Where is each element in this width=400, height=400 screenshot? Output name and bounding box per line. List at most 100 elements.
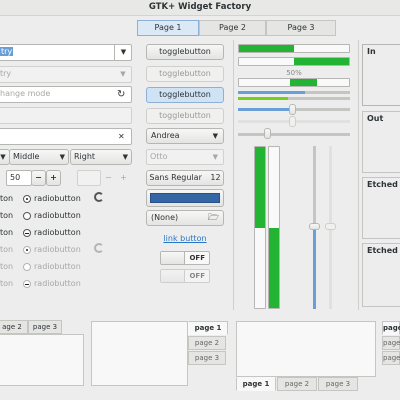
switch-label: OFF bbox=[189, 254, 205, 262]
scale-3-handle[interactable] bbox=[264, 128, 271, 139]
spin-plus-button[interactable]: + bbox=[46, 170, 61, 186]
entry-clearable[interactable] bbox=[0, 128, 132, 145]
nb4-tab-1[interactable]: page bbox=[382, 321, 400, 335]
progress-bar-2 bbox=[238, 57, 350, 66]
font-button[interactable]: Sans Regular 12 bbox=[146, 170, 224, 186]
switch-label: OFF bbox=[189, 272, 205, 280]
nb3-tab-2[interactable]: page 2 bbox=[277, 377, 317, 391]
progress-fill bbox=[255, 147, 265, 228]
radio-row-4: ton bbox=[0, 244, 13, 256]
level-fill bbox=[238, 97, 289, 100]
combo-andrea[interactable]: Andrea ▼ bbox=[146, 128, 224, 144]
combo-right[interactable]: Right ▼ bbox=[70, 149, 132, 165]
combo-middle[interactable]: Middle ▼ bbox=[9, 149, 69, 165]
radio-button-off-disabled: radiobutton bbox=[23, 261, 81, 273]
radio-button-on[interactable]: radiobutton bbox=[23, 193, 81, 205]
color-swatch bbox=[150, 193, 220, 203]
radio-button-mixed-disabled: radiobutton bbox=[23, 278, 81, 290]
toggle-button-1[interactable]: togglebutton bbox=[146, 44, 224, 60]
tab-page-3[interactable]: Page 3 bbox=[266, 20, 336, 36]
folder-icon: 🗁 bbox=[207, 213, 219, 223]
tab-label: page bbox=[383, 339, 400, 347]
spin-value[interactable]: 50 bbox=[6, 170, 32, 186]
nb2-tab-1[interactable]: page 1 bbox=[188, 321, 228, 335]
progress-fill bbox=[239, 45, 294, 52]
tab-label: page 3 bbox=[194, 354, 220, 362]
nb1-tab-3[interactable]: page 3 bbox=[28, 320, 62, 334]
tab-page-2[interactable]: Page 2 bbox=[199, 20, 266, 36]
nb2-tab-3[interactable]: page 3 bbox=[188, 351, 226, 365]
level-bar-2 bbox=[238, 97, 350, 100]
tab-page-1[interactable]: Page 1 bbox=[137, 20, 199, 36]
radio-label: ton bbox=[0, 211, 14, 220]
tab-label: Page 1 bbox=[154, 23, 182, 32]
radio-button-mixed[interactable]: radiobutton bbox=[23, 227, 81, 239]
chevron-down-icon[interactable]: ▼ bbox=[114, 44, 132, 61]
tab-label: page 3 bbox=[325, 380, 351, 388]
toggle-label: togglebutton bbox=[159, 69, 211, 78]
progress-fill bbox=[294, 58, 349, 65]
entry-text: try bbox=[0, 69, 12, 78]
nb3-tab-1[interactable]: page 1 bbox=[236, 377, 276, 391]
frame-label: In bbox=[367, 47, 376, 56]
chevron-down-icon: ▼ bbox=[212, 132, 218, 140]
file-chooser-button[interactable]: (None) 🗁 bbox=[146, 210, 224, 226]
combo-label: Middle bbox=[13, 152, 40, 161]
scale-1-handle[interactable] bbox=[289, 104, 296, 115]
toggle-button-2-disabled: togglebutton bbox=[146, 66, 224, 82]
vprogress-2 bbox=[268, 146, 280, 309]
scale-3[interactable] bbox=[238, 133, 350, 136]
nb4-tab-2[interactable]: page bbox=[382, 336, 400, 350]
radio-indicator bbox=[23, 280, 31, 288]
toggle-label: togglebutton bbox=[159, 111, 211, 120]
radio-row-6: ton bbox=[0, 278, 13, 290]
switch-knob bbox=[161, 252, 185, 264]
scale-fill bbox=[238, 108, 292, 111]
chevron-down-icon: ▼ bbox=[120, 70, 126, 78]
nb1-page bbox=[0, 334, 84, 386]
radio-label: radiobutton bbox=[34, 279, 81, 288]
font-name: Sans Regular bbox=[149, 173, 202, 182]
nb1-tab-2[interactable]: age 2 bbox=[0, 320, 28, 334]
radio-label: ton bbox=[0, 279, 14, 288]
vscale-1-handle[interactable] bbox=[309, 223, 320, 230]
chevron-down-icon: ▼ bbox=[122, 153, 128, 161]
switch-1[interactable]: OFF bbox=[160, 251, 210, 265]
toggle-label: togglebutton bbox=[159, 47, 211, 56]
refresh-icon[interactable]: ↻ bbox=[117, 86, 131, 103]
frame-etched-out: Etched o bbox=[362, 243, 400, 307]
radio-indicator bbox=[23, 229, 31, 237]
color-button[interactable] bbox=[146, 189, 224, 207]
link-label: link button bbox=[163, 234, 207, 243]
tab-label: page bbox=[383, 354, 400, 362]
spin-minus-button[interactable]: − bbox=[31, 170, 46, 186]
nb3-tab-3[interactable]: page 3 bbox=[318, 377, 358, 391]
link-button[interactable]: link button bbox=[146, 234, 224, 246]
radio-indicator bbox=[23, 212, 31, 220]
progress-fill bbox=[269, 227, 279, 308]
radio-indicator bbox=[23, 246, 31, 254]
radio-label: radiobutton bbox=[34, 194, 81, 203]
radio-button-on-disabled: radiobutton bbox=[23, 244, 81, 256]
nb4-tab-3[interactable]: page bbox=[382, 351, 400, 365]
entry-selected[interactable]: try bbox=[0, 44, 132, 61]
tab-label: page 3 bbox=[32, 323, 58, 331]
combo-label: Right bbox=[74, 152, 96, 161]
spin-minus-disabled: − bbox=[105, 173, 112, 182]
radio-button-off[interactable]: radiobutton bbox=[23, 210, 81, 222]
spinner-icon bbox=[94, 192, 104, 202]
nb2-page bbox=[91, 321, 188, 386]
radio-label: ton bbox=[0, 245, 14, 254]
radio-label: radiobutton bbox=[34, 228, 81, 237]
window: GTK+ Widget Factory Page 1 Page 2 Page 3… bbox=[0, 0, 400, 400]
frame-in: In bbox=[362, 44, 400, 106]
chevron-down-icon: ▼ bbox=[212, 153, 218, 161]
toggle-button-3-active[interactable]: togglebutton bbox=[146, 87, 224, 103]
clear-icon[interactable]: ✕ bbox=[118, 128, 130, 145]
radio-indicator bbox=[23, 195, 31, 203]
tab-label: page 2 bbox=[284, 380, 310, 388]
toggle-label: togglebutton bbox=[159, 90, 211, 99]
entry-mode[interactable]: hange mode bbox=[0, 86, 132, 103]
nb2-tab-2[interactable]: page 2 bbox=[188, 336, 226, 350]
level-bar-1 bbox=[238, 91, 350, 94]
